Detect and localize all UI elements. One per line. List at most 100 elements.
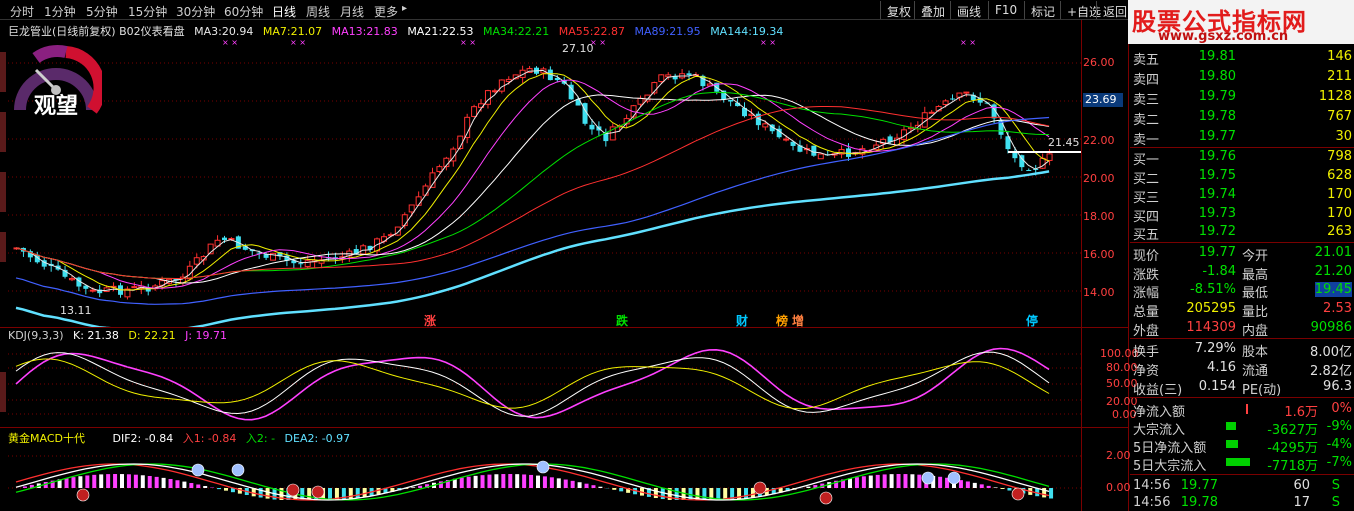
macd-bar <box>168 479 173 488</box>
candle-body <box>471 106 478 117</box>
macd-bar <box>328 488 332 500</box>
money-flow-panel: 净流入额 1.6万 0% 大宗流入 -3627万 -9% 5日净流入额 -4295万 -4%… <box>1130 398 1354 478</box>
ask-row: 卖四 19.80 211 <box>1133 69 1352 88</box>
macd-signal-ball <box>76 488 90 502</box>
macd-bar <box>938 476 943 488</box>
macd-bar <box>494 474 499 488</box>
macd-bar <box>993 487 998 488</box>
ask-row: 卖一 19.77 30 <box>1133 129 1352 148</box>
left-side-tabs[interactable] <box>0 22 8 511</box>
period-tab-1min[interactable]: 1分钟 <box>44 3 76 20</box>
macd-bar <box>875 474 880 488</box>
macd-chart[interactable] <box>8 442 1081 511</box>
macd-bar <box>161 477 166 488</box>
macd-bar <box>591 485 596 488</box>
low-price-label: 13.11 <box>60 304 92 317</box>
macd-signal-ball <box>753 481 767 495</box>
price-tick: 14.00 <box>1083 286 1115 299</box>
macd-bar <box>175 480 180 488</box>
macd-bar <box>473 475 478 488</box>
macd-signal-ball <box>536 460 550 474</box>
period-tab-30min[interactable]: 30分钟 <box>176 3 215 20</box>
macd-bar <box>78 476 83 488</box>
macd-signal-ball <box>191 463 205 477</box>
period-tab-more[interactable]: 更多 <box>374 3 398 20</box>
tick-row: 14:56 19.77 60 S <box>1133 478 1340 493</box>
candle-body <box>1046 153 1053 161</box>
ask-row: 卖五 19.81 146 <box>1133 49 1352 68</box>
macd-bar <box>806 486 811 488</box>
macd-bar <box>549 477 554 488</box>
macd-bar <box>958 480 963 488</box>
last-price-label: 21.45 <box>1048 136 1080 149</box>
macd-bar <box>570 480 575 488</box>
candle-body <box>222 237 227 241</box>
mark-button[interactable]: 标记 <box>1024 1 1059 19</box>
panel-separator <box>1128 20 1129 511</box>
ma21-value: MA21:22.53 <box>407 25 474 38</box>
macd-bar <box>64 478 69 488</box>
macd-bar <box>189 483 194 488</box>
ask-row: 卖二 19.78 767 <box>1133 109 1352 128</box>
ma13-value: MA13:21.83 <box>331 25 398 38</box>
candle-body <box>728 99 734 102</box>
period-tab-daily[interactable]: 日线 <box>272 3 296 20</box>
ma7-value: MA7:21.07 <box>262 25 323 38</box>
macd-bar <box>702 488 707 500</box>
macd-bar <box>113 474 118 488</box>
macd-bar <box>501 474 506 488</box>
back-button[interactable]: 返回 <box>1096 1 1131 19</box>
candle-body <box>658 74 665 83</box>
macd-signal-ball <box>231 463 245 477</box>
overlay-button[interactable]: 叠加 <box>914 1 949 19</box>
draw-line-button[interactable]: 画线 <box>950 1 985 19</box>
candle-body <box>464 116 471 138</box>
macd-bar <box>196 484 201 488</box>
macd-bar <box>598 486 603 488</box>
ma-line <box>15 79 1050 289</box>
period-tab-15min[interactable]: 15分钟 <box>128 3 167 20</box>
macd-signal-ball <box>286 483 300 497</box>
gauge-label: 观望 <box>34 94 79 119</box>
macd-bar <box>182 481 187 488</box>
quote-row: 涨幅 -8.51% 最低 19.45 <box>1133 282 1352 301</box>
period-tab-5min[interactable]: 5分钟 <box>86 3 118 20</box>
quote-row: 外盘 114309 内盘 90986 <box>1133 320 1352 339</box>
macd-bar <box>411 487 416 488</box>
price-tick: 18.00 <box>1083 210 1115 223</box>
macd-bar <box>106 474 111 488</box>
macd-bar <box>737 488 742 500</box>
period-tab-60min[interactable]: 60分钟 <box>224 3 263 20</box>
candlestick-chart[interactable] <box>8 38 1081 327</box>
macd-bar <box>917 474 922 488</box>
period-tab-monthly[interactable]: 月线 <box>340 3 364 20</box>
period-tab-fenshi[interactable]: 分时 <box>10 3 34 20</box>
candle-body <box>193 257 200 265</box>
macd-bar <box>355 488 360 499</box>
macd-bar <box>744 488 748 499</box>
ma-lines-group <box>15 69 1050 327</box>
candle-body <box>817 153 824 160</box>
macd-bar <box>307 488 312 500</box>
signal-label: 增 <box>792 314 805 328</box>
kdj-chart[interactable] <box>8 340 1081 427</box>
macd-bar <box>71 477 76 488</box>
adjust-button[interactable]: 复权 <box>880 1 915 19</box>
macd-bar <box>979 484 984 488</box>
candle-body <box>762 123 769 128</box>
macd-bar <box>584 483 589 488</box>
macd-bar <box>868 475 873 488</box>
mark-symbol: × × <box>222 38 238 47</box>
macd-histogram <box>22 474 1054 500</box>
macd-bar <box>577 482 582 488</box>
candle-body <box>436 166 443 173</box>
period-tab-weekly[interactable]: 周线 <box>306 3 330 20</box>
macd-bar <box>348 488 353 500</box>
quote-panel: 卖五 19.81 146 卖四 19.80 211 卖三 19.79 1128 卖二 19.7… <box>1130 44 1354 454</box>
more-arrow-icon[interactable]: ▸ <box>402 3 407 14</box>
macd-bar <box>1007 488 1012 491</box>
f10-button[interactable]: F10 <box>988 1 1021 19</box>
macd-bar <box>85 475 90 488</box>
macd-bar <box>126 474 131 488</box>
macd-bar <box>522 474 527 488</box>
